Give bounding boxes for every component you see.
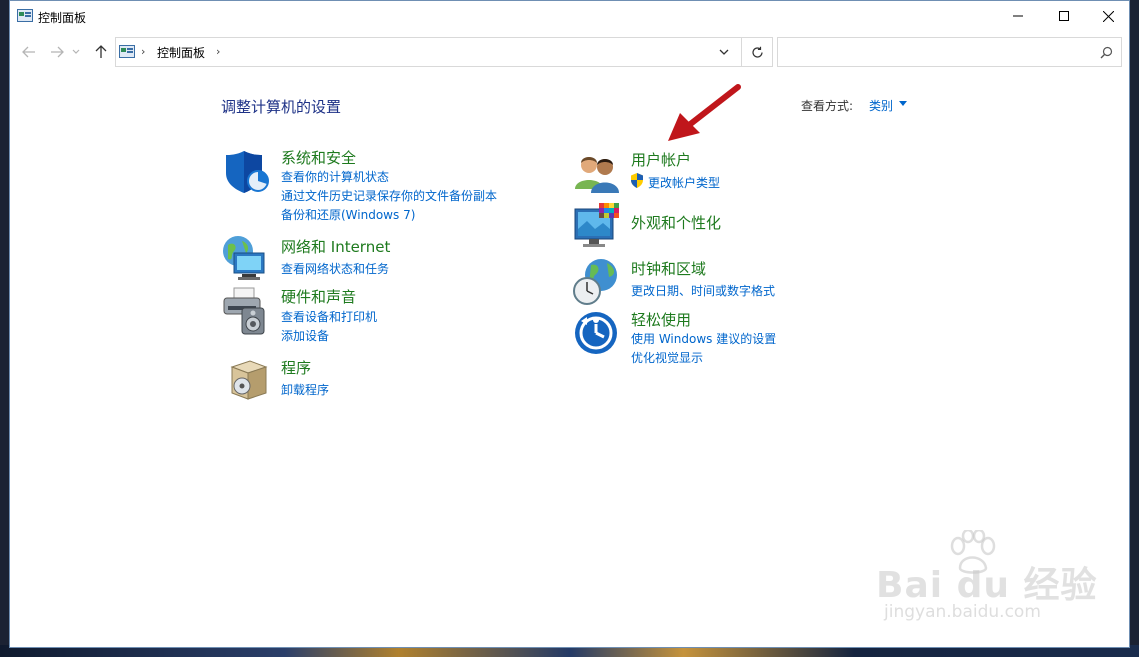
- breadcrumb-control-panel[interactable]: 控制面板: [157, 44, 205, 61]
- minimize-icon: [1013, 15, 1023, 17]
- forward-button[interactable]: [47, 42, 67, 62]
- close-icon: [1102, 10, 1114, 22]
- link-devices-printers[interactable]: 查看设备和打印机: [281, 308, 377, 325]
- link-view-computer-status[interactable]: 查看你的计算机状态: [281, 168, 389, 185]
- color-palette: [599, 203, 619, 218]
- category-hardware-sound[interactable]: 硬件和声音: [281, 286, 356, 307]
- refresh-icon: [751, 46, 763, 58]
- link-change-date-time-format[interactable]: 更改日期、时间或数字格式: [631, 282, 775, 299]
- maximize-icon: [1059, 11, 1069, 21]
- user-accounts-icon[interactable]: [573, 149, 623, 199]
- category-network-internet[interactable]: 网络和 Internet: [281, 236, 390, 257]
- link-recommended-settings[interactable]: 使用 Windows 建议的设置: [631, 330, 776, 347]
- address-bar[interactable]: › 控制面板 ›: [115, 37, 773, 67]
- control-panel-window: 控制面板 › 控制面板 › 调整计算机的设置 查看方式: 类别 系统和安全 查看…: [9, 0, 1130, 648]
- category-programs[interactable]: 程序: [281, 357, 311, 378]
- control-panel-icon: [17, 9, 33, 22]
- close-button[interactable]: [1085, 1, 1131, 31]
- link-add-device[interactable]: 添加设备: [281, 327, 329, 344]
- category-ease-of-access[interactable]: 轻松使用: [631, 309, 691, 330]
- link-network-status[interactable]: 查看网络状态和任务: [281, 260, 389, 277]
- control-panel-icon: [119, 45, 135, 58]
- link-backup-restore[interactable]: 备份和还原(Windows 7): [281, 206, 415, 223]
- forward-arrow-icon: [51, 46, 64, 58]
- link-change-account-type[interactable]: 更改帐户类型: [648, 174, 720, 191]
- address-dropdown-button[interactable]: [712, 38, 736, 66]
- up-button[interactable]: [91, 42, 111, 62]
- category-clock-region[interactable]: 时钟和区域: [631, 258, 706, 279]
- search-box[interactable]: [777, 37, 1122, 67]
- chevron-down-icon: [72, 49, 80, 54]
- page-heading: 调整计算机的设置: [221, 98, 342, 116]
- view-by-label: 查看方式:: [801, 99, 854, 113]
- category-user-accounts[interactable]: 用户帐户: [631, 149, 691, 170]
- link-file-history-backup[interactable]: 通过文件历史记录保存你的文件备份副本: [281, 187, 497, 204]
- search-icon: [1100, 46, 1113, 59]
- category-appearance-personalization[interactable]: 外观和个性化: [631, 212, 721, 233]
- dropdown-triangle-icon[interactable]: [899, 101, 907, 106]
- minimize-button[interactable]: [995, 1, 1041, 31]
- uac-shield-icon: [631, 173, 643, 188]
- breadcrumb-separator-icon[interactable]: ›: [141, 45, 145, 58]
- breadcrumb-separator-icon[interactable]: ›: [216, 45, 220, 58]
- recent-locations-button[interactable]: [70, 42, 82, 62]
- link-optimize-visual-display[interactable]: 优化视觉显示: [631, 349, 703, 366]
- back-button[interactable]: [19, 42, 39, 62]
- appearance-monitor-icon[interactable]: [573, 201, 623, 251]
- title-bar: 控制面板: [10, 1, 1129, 32]
- maximize-button[interactable]: [1041, 1, 1087, 31]
- ease-of-access-icon[interactable]: [573, 309, 623, 359]
- refresh-button[interactable]: [741, 38, 772, 66]
- chevron-down-icon: [719, 49, 729, 55]
- view-by-dropdown[interactable]: 类别: [869, 97, 893, 114]
- watermark-main-text: Bai du 经验: [876, 565, 1098, 606]
- navigation-bar: › 控制面板 ›: [10, 36, 1129, 68]
- annotation-arrow-icon: [668, 84, 741, 141]
- link-uninstall-program[interactable]: 卸载程序: [281, 381, 329, 398]
- window-title: 控制面板: [38, 11, 87, 25]
- clock-globe-icon[interactable]: [571, 257, 621, 307]
- printer-speaker-icon[interactable]: [220, 286, 270, 336]
- watermark-url-text: jingyan.baidu.com: [884, 602, 1041, 622]
- network-globe-icon[interactable]: [220, 233, 270, 283]
- shield-icon[interactable]: [222, 147, 272, 197]
- programs-box-icon[interactable]: [224, 353, 274, 403]
- up-arrow-icon: [95, 45, 107, 58]
- category-system-security[interactable]: 系统和安全: [281, 147, 356, 168]
- back-arrow-icon: [22, 46, 35, 58]
